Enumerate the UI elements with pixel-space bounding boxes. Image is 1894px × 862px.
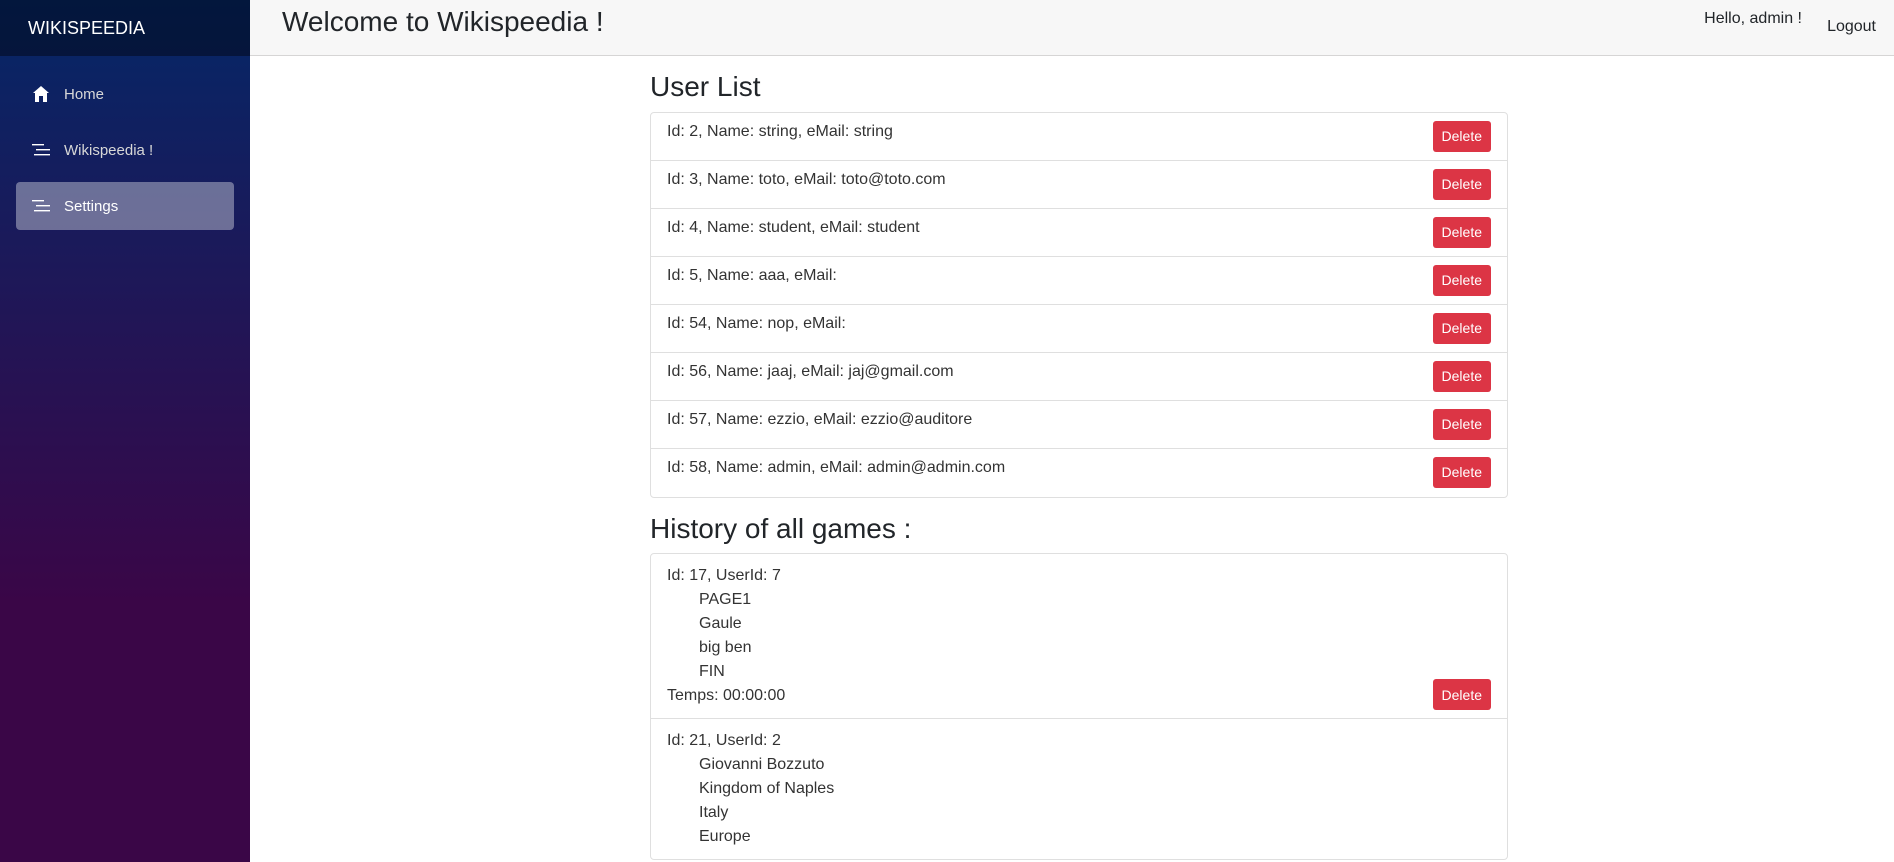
sidebar-item-wikispeedia[interactable]: Wikispeedia ! <box>16 126 234 174</box>
user-row: Id: 5, Name: aaa, eMail: Delete <box>651 257 1507 305</box>
user-info: Id: 3, Name: toto, eMail: toto@toto.com <box>667 170 946 188</box>
user-list: Id: 2, Name: string, eMail: string Delet… <box>650 111 1508 498</box>
delete-user-button[interactable]: Delete <box>1432 408 1491 440</box>
game-row: Id: 17, UserId: 7 PAGE1 Gaule big ben FI… <box>651 554 1507 720</box>
game-page: FIN <box>699 663 725 681</box>
home-icon <box>32 85 50 103</box>
user-info: Id: 57, Name: ezzio, eMail: ezzio@audito… <box>667 410 973 428</box>
user-info: Id: 4, Name: student, eMail: student <box>667 218 920 236</box>
user-info: Id: 5, Name: aaa, eMail: <box>667 266 837 284</box>
user-list-title: User List <box>650 71 761 102</box>
delete-user-button[interactable]: Delete <box>1432 360 1491 392</box>
sidebar-item-label: Settings <box>64 197 119 215</box>
delete-user-button[interactable]: Delete <box>1432 456 1491 488</box>
delete-user-button[interactable]: Delete <box>1432 216 1491 248</box>
game-page: Kingdom of Naples <box>699 780 835 798</box>
user-row: Id: 57, Name: ezzio, eMail: ezzio@audito… <box>651 401 1507 449</box>
game-row: Id: 21, UserId: 2 Giovanni Bozzuto Kingd… <box>651 719 1507 859</box>
brand-bar: WIKISPEEDIA <box>0 0 250 56</box>
game-header: Id: 21, UserId: 2 <box>667 732 781 750</box>
main-content: User List Id: 2, Name: string, eMail: st… <box>650 56 1508 861</box>
list-icon <box>32 197 50 215</box>
delete-game-button[interactable]: Delete <box>1432 679 1491 711</box>
delete-user-button[interactable]: Delete <box>1432 168 1491 200</box>
game-page: big ben <box>699 639 752 657</box>
user-info: Id: 2, Name: string, eMail: string <box>667 122 893 140</box>
delete-user-button[interactable]: Delete <box>1432 120 1491 152</box>
sidebar-item-label: Wikispeedia ! <box>64 141 154 159</box>
delete-user-button[interactable]: Delete <box>1432 312 1491 344</box>
game-time: Temps: 00:00:00 <box>667 687 786 705</box>
user-row: Id: 58, Name: admin, eMail: admin@admin.… <box>651 449 1507 497</box>
game-page: Gaule <box>699 615 742 633</box>
user-row: Id: 2, Name: string, eMail: string Delet… <box>651 113 1507 161</box>
history-title: History of all games : <box>650 512 912 544</box>
user-info: Id: 56, Name: jaaj, eMail: jaj@gmail.com <box>667 362 954 380</box>
user-row: Id: 3, Name: toto, eMail: toto@toto.com … <box>651 161 1507 209</box>
sidebar: WIKISPEEDIA Home Wikispeedia ! Settings <box>0 0 250 862</box>
game-page: Giovanni Bozzuto <box>699 756 825 774</box>
list-icon <box>32 141 50 159</box>
user-row: Id: 54, Name: nop, eMail: Delete <box>651 305 1507 353</box>
logout-link[interactable]: Logout <box>1827 18 1876 36</box>
user-row: Id: 56, Name: jaaj, eMail: jaj@gmail.com… <box>651 353 1507 401</box>
game-history-list: Id: 17, UserId: 7 PAGE1 Gaule big ben FI… <box>650 553 1508 861</box>
user-info: Id: 58, Name: admin, eMail: admin@admin.… <box>667 458 1006 476</box>
page-title: Welcome to Wikispeedia ! <box>282 6 604 37</box>
user-row: Id: 4, Name: student, eMail: student Del… <box>651 209 1507 257</box>
delete-user-button[interactable]: Delete <box>1432 264 1491 296</box>
game-page: Europe <box>699 828 751 846</box>
game-header: Id: 17, UserId: 7 <box>667 567 781 585</box>
user-info: Id: 54, Name: nop, eMail: <box>667 314 846 332</box>
sidebar-item-settings[interactable]: Settings <box>16 182 234 230</box>
sidebar-item-home[interactable]: Home <box>16 70 234 118</box>
sidebar-nav: Home Wikispeedia ! Settings <box>0 56 250 230</box>
game-page: Italy <box>699 804 729 822</box>
user-greeting: Hello, admin ! <box>1704 10 1802 27</box>
sidebar-item-label: Home <box>64 85 105 103</box>
brand-logo[interactable]: WIKISPEEDIA <box>28 18 145 39</box>
game-page: PAGE1 <box>699 591 752 609</box>
top-bar: Welcome to Wikispeedia ! Hello, admin ! … <box>250 0 1894 56</box>
